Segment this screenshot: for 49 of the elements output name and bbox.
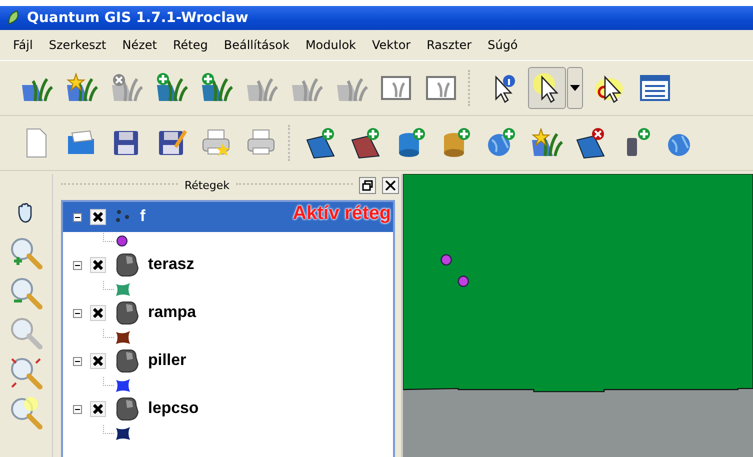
checkbox[interactable] (90, 305, 106, 321)
leaf-icon (7, 10, 21, 26)
menu-item[interactable]: Raszter (420, 35, 482, 55)
magnifier-icon (9, 356, 43, 390)
close-button[interactable] (382, 176, 399, 194)
menu-item[interactable]: Fájl (7, 35, 43, 55)
magnifier-icon (9, 396, 43, 430)
layer-row[interactable]: rampa (63, 298, 393, 328)
polygon-layer-icon (114, 396, 140, 422)
checkbox[interactable] (90, 209, 106, 225)
layer-name: piller (148, 352, 186, 370)
collapse-icon[interactable] (73, 356, 82, 366)
layer-row[interactable]: piller (63, 346, 393, 376)
layer-name: lepcso (148, 400, 199, 418)
collapse-icon[interactable] (73, 308, 82, 318)
checkbox[interactable] (90, 353, 106, 369)
checkbox[interactable] (90, 401, 106, 417)
layer-row[interactable]: terasz (63, 250, 393, 280)
caret-icon (570, 85, 580, 91)
dropdown-button[interactable] (567, 67, 583, 109)
checkbox[interactable] (90, 257, 106, 273)
menu-item[interactable]: Nézet (116, 35, 167, 55)
zoom-in-icon (9, 236, 43, 270)
menu-item[interactable]: Réteg (166, 35, 218, 55)
close-icon (385, 180, 396, 190)
magnifier-icon (9, 316, 43, 350)
float-button[interactable] (359, 176, 376, 194)
layer-row[interactable]: lepcso (63, 394, 393, 424)
menu-item[interactable]: Modulok (299, 35, 366, 55)
collapse-icon[interactable] (73, 260, 82, 270)
select-tool-button[interactable] (528, 67, 566, 109)
layer-row[interactable]: f Aktív réteg (63, 202, 393, 232)
restore-icon (362, 180, 373, 190)
annotation-text: Aktív réteg (292, 203, 391, 225)
window-title: Quantum GIS 1.7.1-Wroclaw (27, 10, 248, 26)
menu-item[interactable]: Szerkeszt (42, 35, 116, 55)
polygon-layer-icon (114, 348, 140, 374)
collapse-icon[interactable] (73, 404, 82, 414)
menu-item[interactable]: Beállítások (218, 35, 300, 55)
polygon-layer-icon (114, 252, 140, 278)
layer-name: rampa (148, 304, 196, 322)
menu-item[interactable]: Súgó (482, 35, 528, 55)
polygon-layer-icon (114, 300, 140, 326)
menu-item[interactable]: Vektor (366, 35, 421, 55)
layer-name: f (140, 208, 146, 226)
zoom-out-icon (9, 276, 43, 310)
panel-title: Rétegek (184, 178, 230, 192)
layer-name: terasz (148, 256, 194, 274)
collapse-icon[interactable] (73, 212, 82, 222)
